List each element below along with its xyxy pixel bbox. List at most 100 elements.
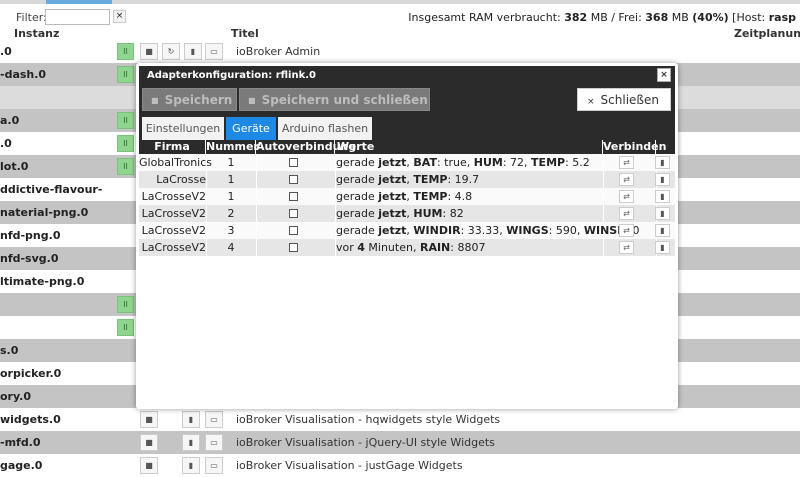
autoverbindung-checkbox[interactable] xyxy=(289,158,298,167)
pause-icon[interactable]: II xyxy=(117,66,134,83)
stop-icon[interactable]: ■ xyxy=(140,43,158,60)
autoverbindung-checkbox[interactable] xyxy=(289,175,298,184)
werte-segment: : 72, xyxy=(502,156,532,169)
save-button[interactable]: ■ Speichern xyxy=(142,88,237,111)
device-row: LaCrosseV2 2 gerade jetzt, HUM: 82 ⇄ ▮ xyxy=(139,205,675,222)
instance-name: widgets.0 xyxy=(0,413,61,426)
instance-title: ioBroker Visualisation - jQuery-UI style… xyxy=(236,436,495,449)
filter-input[interactable] xyxy=(45,9,110,25)
instance-name: ddictive-flavour- xyxy=(0,183,103,196)
link-icon[interactable]: ⇄ xyxy=(619,241,634,254)
werte-segment: jetzt xyxy=(378,207,407,220)
col-delete xyxy=(656,140,675,154)
col-instanz: Instanz xyxy=(14,27,60,40)
instance-title: ioBroker Admin xyxy=(236,45,321,58)
pause-icon[interactable]: II xyxy=(117,296,134,313)
filter-clear-button[interactable]: × xyxy=(113,10,126,23)
pause-icon[interactable]: II xyxy=(117,43,134,60)
instance-name: -dash.0 xyxy=(0,68,47,81)
instance-row[interactable]: gage.0 ■ ▮ ▭ ioBroker Visualisation - justGa… xyxy=(0,454,800,477)
pause-icon[interactable]: II xyxy=(117,158,134,175)
trash-icon[interactable]: ▮ xyxy=(184,43,202,60)
link-icon[interactable]: ⇄ xyxy=(619,156,634,169)
link-icon[interactable]: ⇄ xyxy=(619,190,634,203)
image-icon[interactable]: ▭ xyxy=(205,411,223,428)
werte-segment: gerade xyxy=(336,224,379,237)
werte-segment: TEMP xyxy=(413,190,448,203)
werte-segment: HUM xyxy=(473,156,503,169)
filter-label: Filter: xyxy=(16,11,47,24)
image-icon[interactable]: ▭ xyxy=(205,434,223,451)
link-icon[interactable]: ⇄ xyxy=(619,207,634,220)
stop-icon[interactable]: ■ xyxy=(140,411,158,428)
pause-icon[interactable]: II xyxy=(117,135,134,152)
instance-name: nfd-svg.0 xyxy=(0,252,59,265)
trash-icon[interactable]: ▮ xyxy=(655,207,670,220)
pause-icon[interactable]: II xyxy=(117,112,134,129)
instance-name: nfd-png.0 xyxy=(0,229,61,242)
dialog-titlebar: Adapterkonfiguration: rflink.0 × xyxy=(139,66,675,85)
trash-icon[interactable]: ▮ xyxy=(655,241,670,254)
instance-row[interactable]: widgets.0 ■ ▮ ▭ ioBroker Visualisation - hqw… xyxy=(0,408,800,431)
trash-icon[interactable]: ▮ xyxy=(182,457,200,474)
image-icon[interactable]: ▭ xyxy=(205,43,223,60)
autoverbindung-checkbox[interactable] xyxy=(289,209,298,218)
devices-table-header: Firma Nummer Autoverbindung Werte Verbin… xyxy=(139,140,675,154)
link-icon[interactable]: ⇄ xyxy=(619,224,634,237)
tab-einstellungen[interactable]: Einstellungen xyxy=(142,117,224,140)
instance-name: s.0 xyxy=(0,344,19,357)
trash-icon[interactable]: ▮ xyxy=(655,156,670,169)
autoverbindung-checkbox[interactable] xyxy=(289,243,298,252)
autoverbindung-checkbox[interactable] xyxy=(289,192,298,201)
werte-segment: jetzt xyxy=(378,156,407,169)
werte-segment: : true, xyxy=(436,156,474,169)
werte-segment: TEMP xyxy=(413,173,448,186)
device-werte: gerade jetzt, WINDIR: 33.33, WINGS: 590,… xyxy=(336,224,639,237)
link-icon[interactable]: ⇄ xyxy=(619,173,634,186)
instance-name: -mfd.0 xyxy=(0,436,41,449)
stop-icon[interactable]: ■ xyxy=(140,457,158,474)
trash-icon[interactable]: ▮ xyxy=(182,411,200,428)
image-icon[interactable]: ▭ xyxy=(205,457,223,474)
autoverbindung-checkbox[interactable] xyxy=(289,226,298,235)
save-and-close-button[interactable]: ■ Speichern und schließen xyxy=(239,88,430,111)
column-separator xyxy=(603,205,604,222)
trash-icon[interactable]: ▮ xyxy=(655,190,670,203)
werte-segment: : 5.2 xyxy=(565,156,590,169)
werte-segment: jetzt xyxy=(378,190,407,203)
device-nummer: 2 xyxy=(227,207,235,220)
dialog-toolbar: ■ Speichern ■ Speichern und schließen × Sch… xyxy=(139,85,675,115)
column-separator xyxy=(256,171,257,188)
col-firma: Firma xyxy=(139,140,206,154)
dialog-tabs: Einstellungen Geräte Arduino flashen xyxy=(139,115,675,140)
instance-name: a.0 xyxy=(0,114,20,127)
column-separator xyxy=(603,171,604,188)
dialog-close-icon[interactable]: × xyxy=(657,68,671,82)
reload-icon[interactable]: ↻ xyxy=(162,43,180,60)
werte-segment: : 82 xyxy=(442,207,464,220)
werte-segment: : 8807 xyxy=(450,241,486,254)
instance-name: naterial-png.0 xyxy=(0,206,89,219)
close-button[interactable]: × Schließen xyxy=(577,88,671,111)
instance-name: orpicker.0 xyxy=(0,367,62,380)
column-separator xyxy=(256,154,257,171)
instance-row[interactable]: -mfd.0 ■ ▮ ▭ ioBroker Visualisation - jQuery… xyxy=(0,431,800,454)
trash-icon[interactable]: ▮ xyxy=(655,224,670,237)
device-row: LaCrosseV2 3 gerade jetzt, WINDIR: 33.33, … xyxy=(139,222,675,239)
device-firma: GlobalTronics xyxy=(139,156,213,169)
tab-arduino-flashen[interactable]: Arduino flashen xyxy=(278,117,372,140)
column-separator xyxy=(256,188,257,205)
instance-name: ory.0 xyxy=(0,390,31,403)
active-top-tab[interactable] xyxy=(46,0,112,4)
trash-icon[interactable]: ▮ xyxy=(182,434,200,451)
instance-name: lot.0 xyxy=(0,160,29,173)
column-separator xyxy=(256,239,257,256)
werte-segment: : 4.8 xyxy=(447,190,473,203)
pause-icon[interactable]: II xyxy=(117,319,134,336)
trash-icon[interactable]: ▮ xyxy=(655,173,670,186)
stop-icon[interactable]: ■ xyxy=(140,434,158,451)
ram-status: Insgesamt RAM verbraucht: 382 MB / Frei:… xyxy=(408,11,796,24)
instance-row[interactable]: .0 II ■ ↻ ▮ ▭ ioBroker Admin xyxy=(0,40,800,63)
tab-geraete[interactable]: Geräte xyxy=(226,117,276,140)
werte-segment: BAT xyxy=(413,156,437,169)
